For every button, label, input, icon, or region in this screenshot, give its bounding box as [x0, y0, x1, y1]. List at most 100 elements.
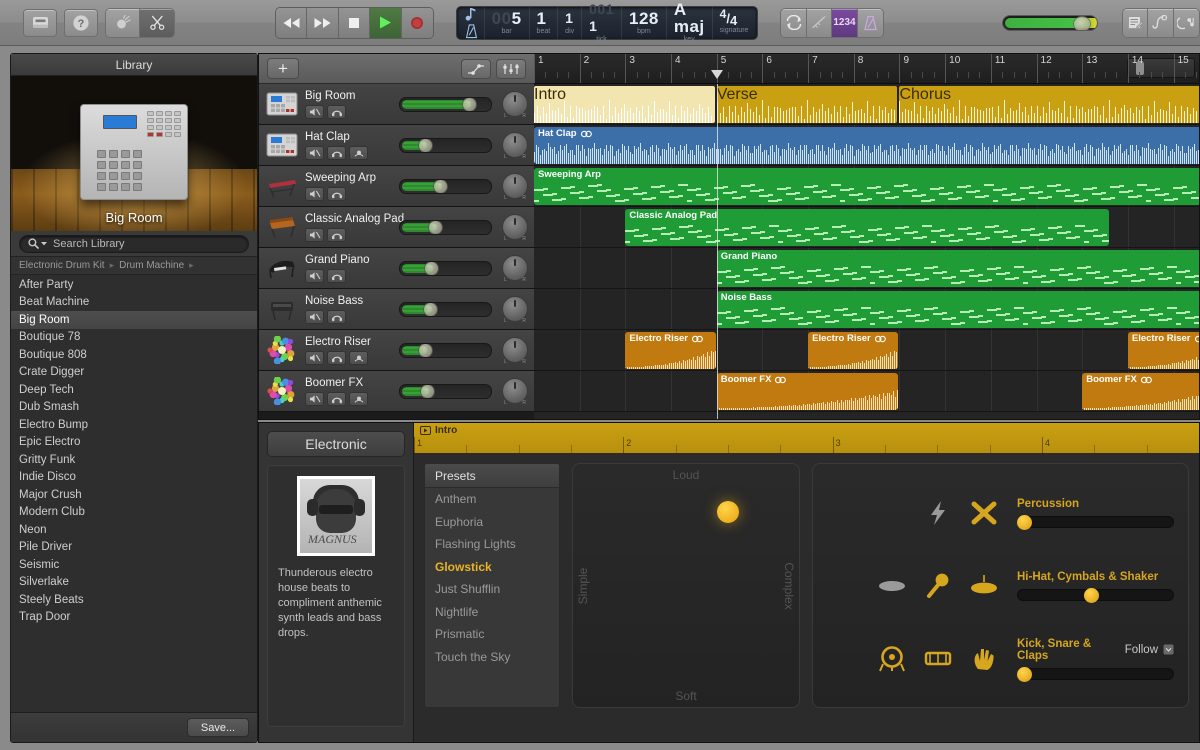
library-item[interactable]: Indie Disco — [11, 469, 257, 487]
preset-item[interactable]: Euphoria — [425, 511, 559, 534]
library-item[interactable]: Electro Bump — [11, 416, 257, 434]
track-name[interactable]: Classic Analog Pad — [305, 213, 404, 226]
region-fx[interactable]: Electro Riser — [1127, 332, 1199, 369]
track-name[interactable]: Electro Riser — [305, 336, 393, 349]
volume-fader[interactable] — [399, 96, 492, 112]
kit-slider[interactable] — [1017, 666, 1174, 682]
genre-button[interactable]: Electronic — [267, 431, 405, 457]
volume-handle[interactable] — [420, 384, 436, 398]
solo-button[interactable] — [327, 227, 346, 242]
region-midi[interactable]: Noise Bass — [716, 291, 1199, 328]
hand-clap-icon[interactable] — [969, 645, 999, 673]
metronome-click-icon[interactable] — [806, 8, 833, 37]
record-enable-button[interactable] — [349, 391, 368, 406]
mute-button[interactable] — [305, 145, 324, 160]
mute-button[interactable] — [305, 350, 324, 365]
region-midi[interactable]: Grand Piano — [716, 250, 1199, 287]
timeline-ruler[interactable]: 1 2 3 4 5 6 7 8 9 10 11 12 13 14 15 — [534, 54, 1199, 84]
save-button[interactable]: Save... — [187, 718, 249, 737]
lcd-beat[interactable]: 1 beat — [530, 6, 559, 39]
quick-help-icon[interactable] — [106, 8, 140, 37]
track-name[interactable]: Hat Clap — [305, 131, 393, 144]
library-item[interactable]: Pile Driver — [11, 539, 257, 557]
library-item[interactable]: Trap Door — [11, 609, 257, 627]
volume-handle[interactable] — [423, 261, 439, 275]
preset-item[interactable]: Prismatic — [425, 623, 559, 646]
track-name[interactable]: Sweeping Arp — [305, 172, 393, 185]
library-item[interactable]: Epic Electro — [11, 434, 257, 452]
stop-button[interactable] — [338, 7, 371, 38]
track-lane[interactable]: Classic Analog Pad — [534, 207, 1199, 248]
solo-button[interactable] — [327, 104, 346, 119]
library-item[interactable]: Dub Smash — [11, 399, 257, 417]
mute-button[interactable] — [305, 391, 324, 406]
mute-button[interactable] — [305, 104, 324, 119]
volume-fader[interactable] — [399, 301, 492, 317]
master-volume-slider[interactable] — [1001, 14, 1098, 31]
volume-fader[interactable] — [399, 383, 492, 399]
volume-fader[interactable] — [399, 137, 492, 153]
track-header[interactable]: Electro Riser L R — [259, 330, 534, 371]
lcd-display[interactable]: 005 bar 1 beat 1 div 001 1 tick 128 bpm … — [455, 1, 759, 43]
lcd-tick[interactable]: 001 1 tick — [582, 1, 622, 43]
solo-button[interactable] — [327, 391, 346, 406]
track-header[interactable]: Big Room L R — [259, 84, 534, 125]
snare-drum-icon[interactable] — [923, 645, 953, 673]
mixer-button[interactable] — [496, 58, 526, 79]
volume-handle[interactable] — [427, 220, 443, 234]
track-header[interactable]: Noise Bass L R — [259, 289, 534, 330]
library-item[interactable]: After Party — [11, 276, 257, 294]
region-fx[interactable]: Electro Riser — [625, 332, 716, 369]
track-header[interactable]: Grand Piano L R — [259, 248, 534, 289]
volume-fader[interactable] — [399, 178, 492, 194]
solo-button[interactable] — [327, 145, 346, 160]
shaker-icon[interactable] — [923, 572, 953, 600]
region-midi[interactable]: Sweeping Arp — [534, 168, 1199, 205]
follow-control[interactable]: Follow — [1125, 644, 1174, 656]
count-in-icon[interactable]: 1234 — [832, 8, 858, 37]
library-list[interactable]: After Party Beat Machine Big Room Boutique … — [11, 275, 257, 712]
lcd-div[interactable]: 1 div — [558, 6, 583, 39]
region-fx[interactable]: Boomer FX — [1082, 373, 1199, 410]
library-item[interactable]: Steely Beats — [11, 591, 257, 609]
presets-list[interactable]: Anthem Euphoria Flashing Lights Glowstick Ju… — [425, 488, 559, 668]
track-lane[interactable]: Boomer FX Boomer FX — [534, 371, 1199, 412]
preset-item[interactable]: Glowstick — [425, 556, 559, 579]
playhead[interactable] — [716, 84, 718, 419]
library-item[interactable]: Boutique 808 — [11, 346, 257, 364]
volume-handle[interactable] — [423, 302, 439, 316]
mute-button[interactable] — [305, 186, 324, 201]
record-enable-button[interactable] — [349, 350, 368, 365]
volume-fader[interactable] — [399, 342, 492, 358]
preset-item[interactable]: Anthem — [425, 488, 559, 511]
xy-pad-puck[interactable] — [717, 500, 740, 523]
pan-knob[interactable]: LR — [502, 337, 528, 365]
loop-browser-icon[interactable] — [1148, 8, 1174, 37]
editor-ruler[interactable]: Intro 1 2 3 4 — [414, 423, 1199, 453]
volume-handle[interactable] — [418, 343, 434, 357]
follow-popup-icon[interactable] — [1163, 644, 1174, 655]
pan-knob[interactable]: LR — [502, 214, 528, 242]
region-fx[interactable]: Boomer FX — [716, 373, 899, 410]
volume-handle[interactable] — [433, 179, 449, 193]
kit-slider-handle[interactable] — [1017, 514, 1033, 530]
playhead-handle[interactable] — [710, 70, 723, 79]
automation-button[interactable] — [461, 58, 491, 79]
record-enable-button[interactable] — [349, 145, 368, 160]
track-name[interactable]: Grand Piano — [305, 254, 393, 267]
track-header[interactable]: Sweeping Arp L R — [259, 166, 534, 207]
volume-fader[interactable] — [399, 260, 492, 276]
region-audio[interactable]: Hat Clap — [534, 127, 1199, 164]
pan-knob[interactable]: LR — [502, 255, 528, 283]
library-item[interactable]: Crate Digger — [11, 364, 257, 382]
kit-slider[interactable] — [1017, 587, 1174, 603]
track-name[interactable]: Noise Bass — [305, 295, 393, 308]
pan-knob[interactable]: LR — [502, 378, 528, 406]
volume-handle[interactable] — [417, 138, 433, 152]
track-header[interactable]: Hat Clap L R — [259, 125, 534, 166]
play-button[interactable] — [370, 7, 402, 38]
track-name[interactable]: Big Room — [305, 90, 393, 103]
library-item[interactable]: Major Crush — [11, 486, 257, 504]
fast-forward-button[interactable] — [307, 7, 339, 38]
preset-item[interactable]: Nightlife — [425, 601, 559, 624]
